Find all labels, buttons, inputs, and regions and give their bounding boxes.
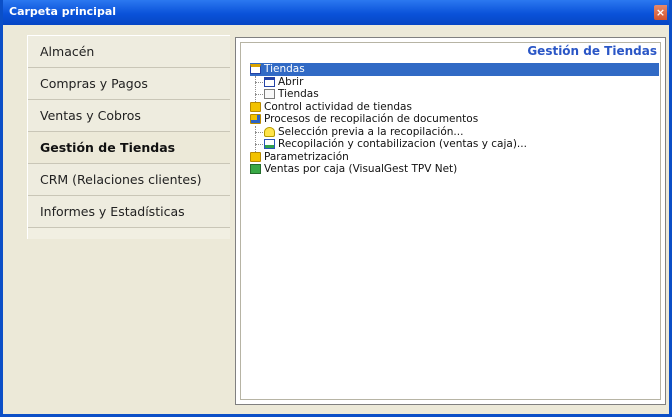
table-icon xyxy=(264,76,275,87)
tree-item-label: Selección previa a la recopilación... xyxy=(278,125,464,138)
sidebar-item-compras-pagos[interactable]: Compras y Pagos xyxy=(28,68,230,100)
tree-item-abrir[interactable]: Abrir xyxy=(264,76,659,89)
sidebar-item-almacen[interactable]: Almacén xyxy=(28,36,230,68)
folder-gear-icon xyxy=(250,114,261,125)
tree-item-label: Tiendas xyxy=(278,88,319,100)
document-icon xyxy=(264,89,275,100)
tree-item-tiendas-doc[interactable]: Tiendas xyxy=(264,88,659,101)
folder-icon xyxy=(250,151,261,162)
tree-item-label: Control actividad de tiendas xyxy=(264,100,412,113)
sidebar-item-ventas-cobros[interactable]: Ventas y Cobros xyxy=(28,100,230,132)
tree-item-tiendas[interactable]: Tiendas xyxy=(250,63,659,76)
sidebar-item-label: Informes y Estadísticas xyxy=(40,204,185,219)
tree-item-parametrizacion[interactable]: Parametrización xyxy=(250,151,659,164)
tree-item-label: Ventas por caja (VisualGest TPV Net) xyxy=(264,163,458,175)
tree-item-label: Recopilación y contabilizacion (ventas y… xyxy=(278,138,527,150)
sidebar-item-label: Compras y Pagos xyxy=(40,76,148,91)
title-bar[interactable]: Carpeta principal × xyxy=(3,0,669,25)
tree-item-recopilacion-contabilizacion[interactable]: Recopilación y contabilizacion (ventas y… xyxy=(264,138,659,151)
sidebar-item-label: CRM (Relaciones clientes) xyxy=(40,172,202,187)
tree-item-label: Abrir xyxy=(278,75,304,88)
tree-item-procesos-recopilacion[interactable]: Procesos de recopilación de documentos xyxy=(250,113,659,126)
table-icon xyxy=(250,64,261,75)
sidebar-item-crm[interactable]: CRM (Relaciones clientes) xyxy=(28,164,230,196)
window-title: Carpeta principal xyxy=(9,5,117,18)
tree-item-ventas-por-caja[interactable]: Ventas por caja (VisualGest TPV Net) xyxy=(250,163,659,176)
main-folder-window: Carpeta principal × Almacén Compras y Pa… xyxy=(0,0,672,417)
tree-item-label: Parametrización xyxy=(264,150,349,163)
tree-item-label: Tiendas xyxy=(264,63,305,75)
green-grid-icon xyxy=(250,164,261,175)
sidebar-item-informes[interactable]: Informes y Estadísticas xyxy=(28,196,230,228)
folder-icon xyxy=(250,101,261,112)
sidebar-item-label: Ventas y Cobros xyxy=(40,108,141,123)
tree-item-seleccion-previa[interactable]: Selección previa a la recopilación... xyxy=(264,126,659,139)
panel-title: Gestión de Tiendas xyxy=(527,44,657,58)
task-tree: Tiendas Abrir Tiendas Control actividad … xyxy=(250,63,659,176)
category-sidebar: Almacén Compras y Pagos Ventas y Cobros … xyxy=(27,35,230,239)
content-panel: Gestión de Tiendas Tiendas Abrir Tiendas xyxy=(235,37,666,405)
close-icon[interactable]: × xyxy=(654,5,667,20)
sidebar-item-label: Gestión de Tiendas xyxy=(40,140,176,155)
sidebar-item-label: Almacén xyxy=(40,44,95,59)
lightbulb-icon xyxy=(264,126,275,137)
report-icon xyxy=(264,139,275,150)
tree-item-control-actividad[interactable]: Control actividad de tiendas xyxy=(250,101,659,114)
sidebar-item-gestion-tiendas[interactable]: Gestión de Tiendas xyxy=(28,132,230,164)
tree-item-label: Procesos de recopilación de documentos xyxy=(264,113,479,125)
